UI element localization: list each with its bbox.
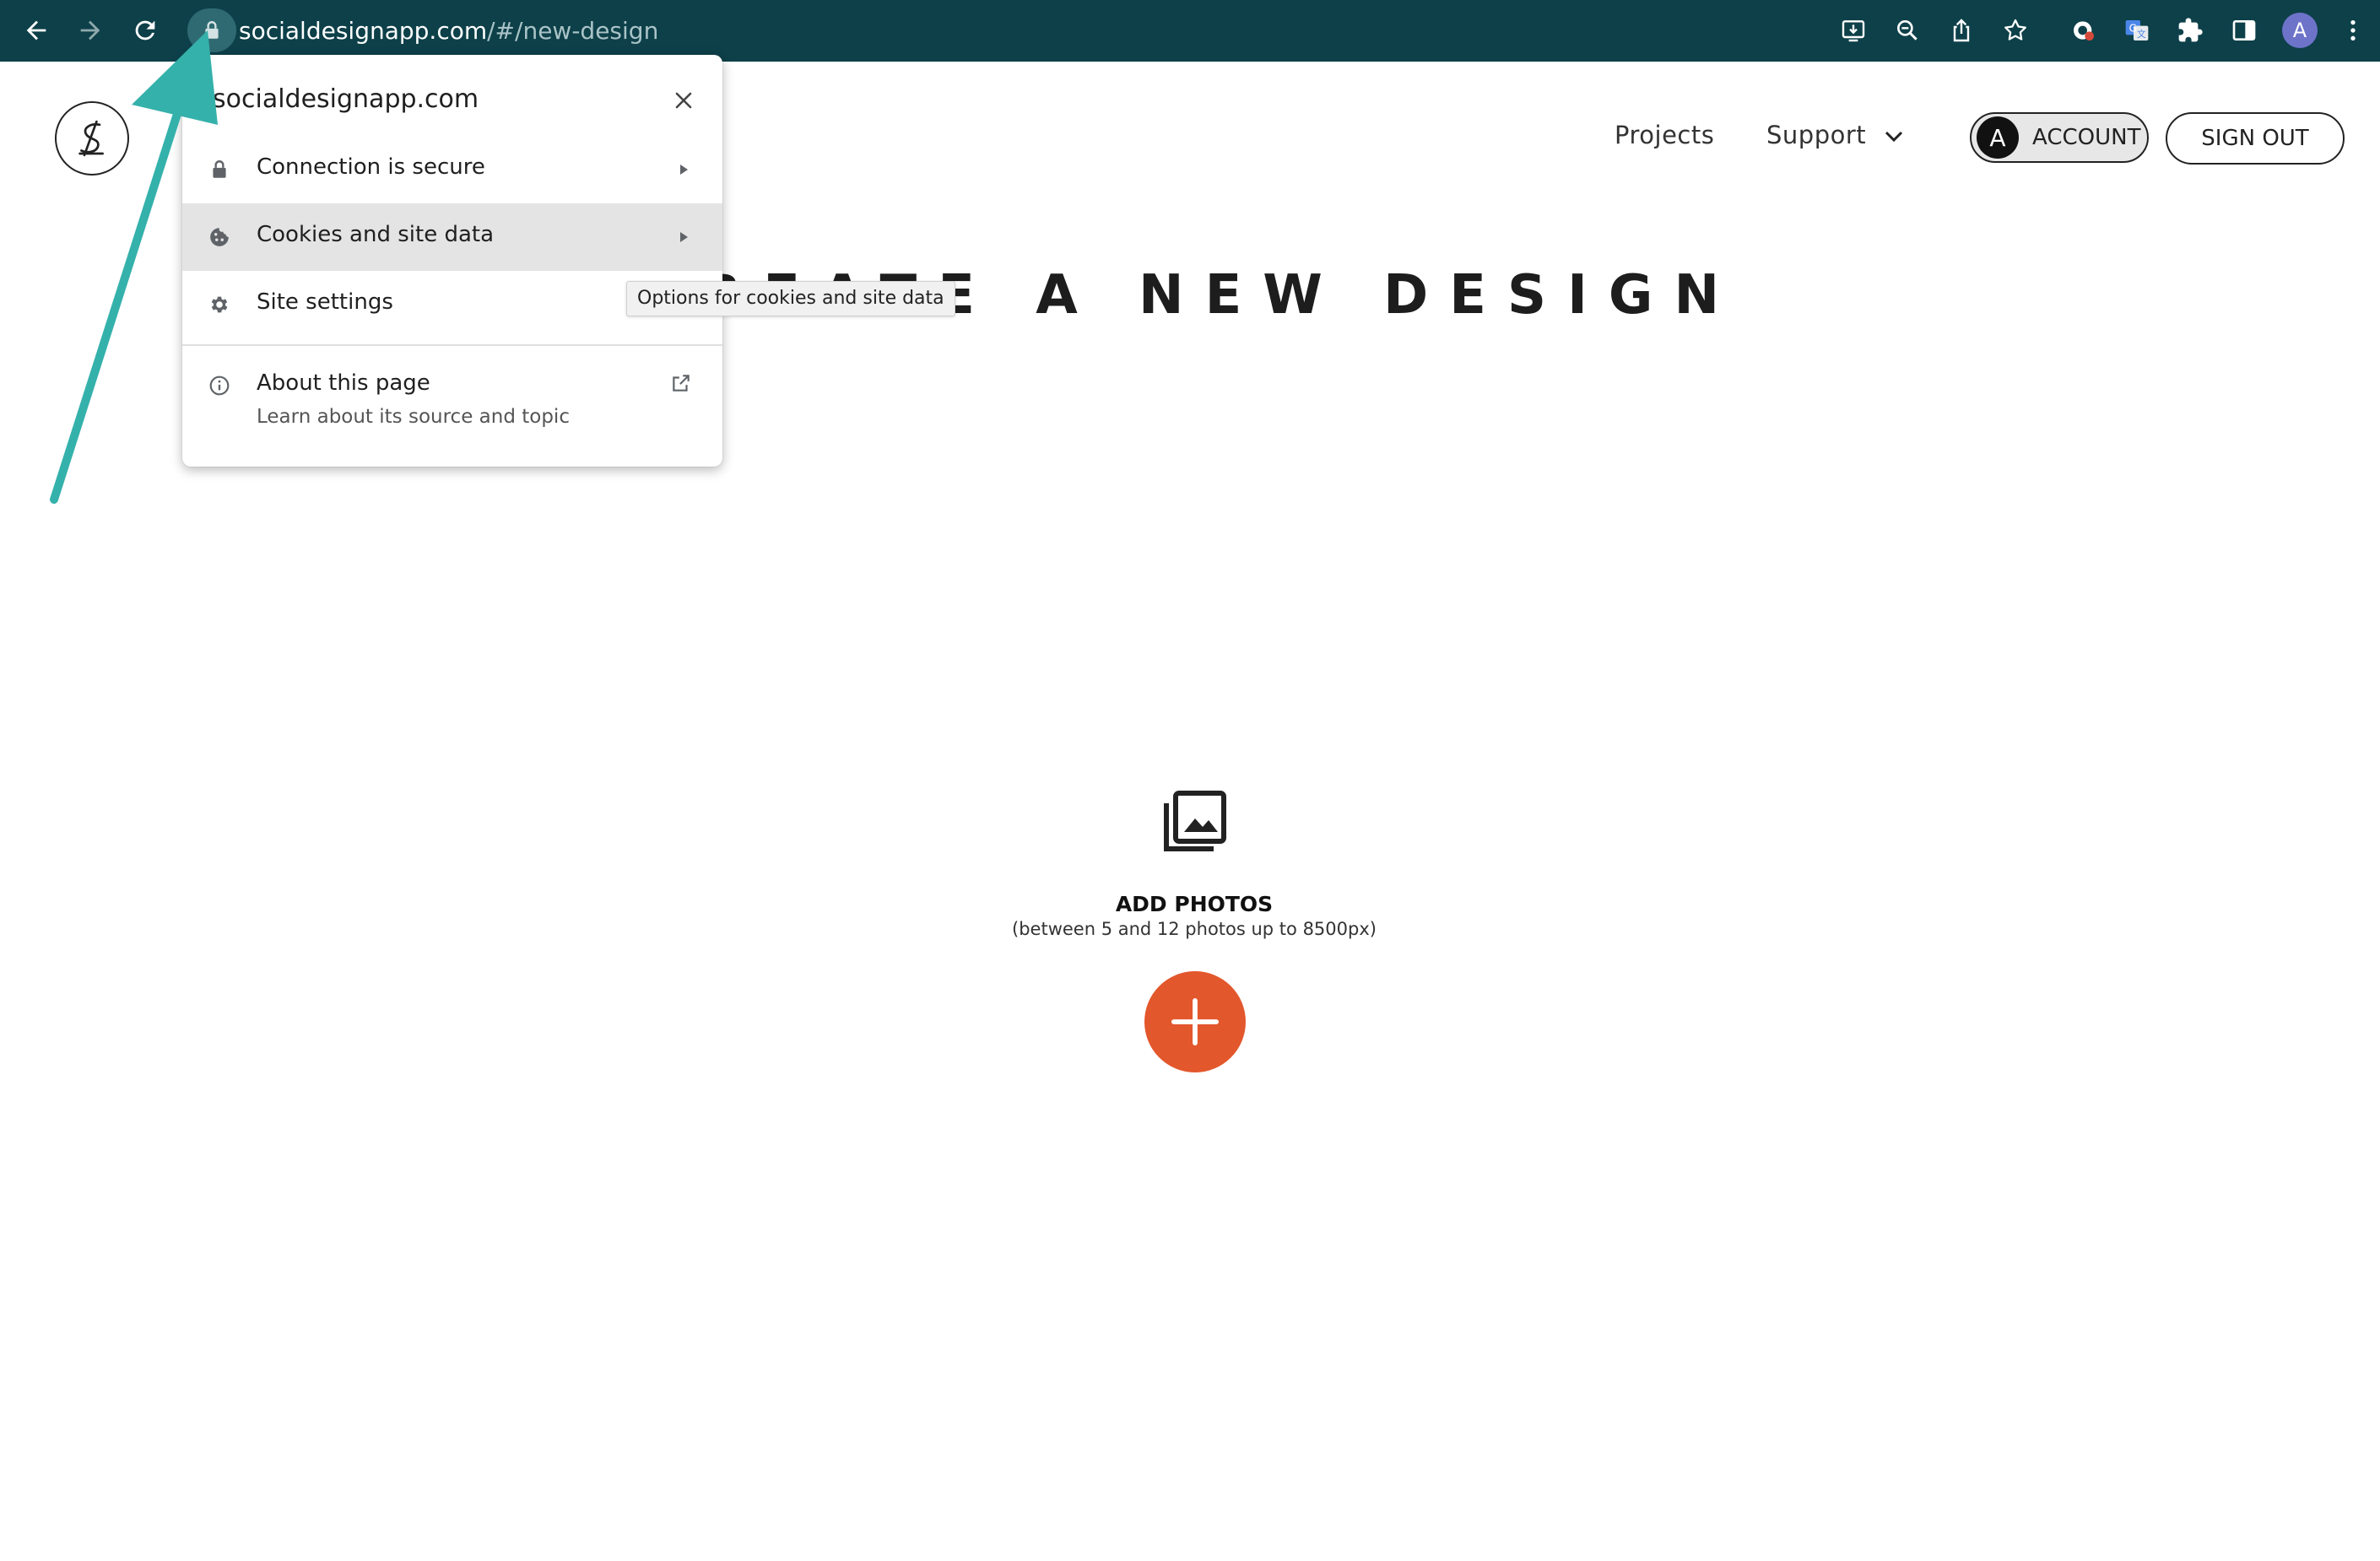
caret-right-icon xyxy=(680,165,688,175)
more-vertical-icon[interactable] xyxy=(2334,12,2372,49)
logo-mark-icon xyxy=(78,120,104,157)
google-translate-icon[interactable]: G文 xyxy=(2118,12,2156,49)
bookmark-star-icon[interactable] xyxy=(1997,12,2034,49)
about-page-title: About this page xyxy=(257,370,430,396)
popup-item-label: Cookies and site data xyxy=(257,222,495,247)
install-icon[interactable] xyxy=(1835,12,1872,49)
account-avatar: A xyxy=(1977,116,2019,159)
svg-text:文: 文 xyxy=(2137,29,2146,40)
forward-arrow-icon[interactable] xyxy=(69,9,111,51)
info-icon xyxy=(208,374,231,397)
about-page-subtitle: Learn about its source and topic xyxy=(257,406,570,428)
add-photos-title: ADD PHOTOS xyxy=(1115,892,1274,916)
side-panel-icon[interactable] xyxy=(2226,12,2263,49)
url-path: /#/new-design xyxy=(487,17,659,45)
puzzle-piece-icon[interactable] xyxy=(2172,12,2209,49)
privacy-extension-icon[interactable] xyxy=(2065,12,2102,49)
nav-support-label: Support xyxy=(1766,121,1867,149)
site-info-lock-icon[interactable] xyxy=(187,8,236,52)
share-icon[interactable] xyxy=(1943,12,1980,49)
zoom-icon[interactable] xyxy=(1889,12,1926,49)
popup-domain: socialdesignapp.com xyxy=(213,84,479,114)
browser-toolbar: socialdesignapp.com/#/new-design G文 A xyxy=(0,0,2380,62)
profile-avatar-icon[interactable]: A xyxy=(2282,13,2318,48)
add-photos-button[interactable] xyxy=(1144,971,1246,1072)
url-host: socialdesignapp.com xyxy=(239,17,488,45)
plus-icon xyxy=(1171,997,1220,1046)
caret-right-icon xyxy=(680,232,688,242)
popup-item-connection[interactable]: Connection is secure xyxy=(182,136,722,203)
svg-text:G: G xyxy=(2129,22,2137,34)
open-external-icon xyxy=(673,375,690,392)
chevron-down-icon xyxy=(1885,131,1902,143)
add-photos-hint: (between 5 and 12 photos up to 8500px) xyxy=(1012,919,1377,939)
close-icon[interactable] xyxy=(668,85,699,116)
popup-item-cookies[interactable]: Cookies and site data xyxy=(182,203,722,271)
photo-library-icon xyxy=(1164,791,1226,851)
popup-divider xyxy=(182,344,722,346)
site-logo[interactable] xyxy=(55,101,129,176)
reload-icon[interactable] xyxy=(124,9,166,51)
sign-out-button[interactable]: SIGN OUT xyxy=(2166,112,2345,165)
popup-item-label: Site settings xyxy=(257,289,393,315)
nav-support-menu[interactable]: Support xyxy=(1766,121,1903,149)
popup-item-label: Connection is secure xyxy=(257,154,485,180)
gear-icon xyxy=(208,293,231,316)
account-button[interactable]: A ACCOUNT xyxy=(1970,112,2149,163)
tooltip-cookies: Options for cookies and site data xyxy=(626,281,955,316)
site-info-popup: socialdesignapp.com Connection is secure… xyxy=(182,55,722,467)
address-bar[interactable]: socialdesignapp.com/#/new-design xyxy=(239,14,658,48)
cookie-icon xyxy=(208,225,231,249)
back-arrow-icon[interactable] xyxy=(15,9,57,51)
nav-projects-link[interactable]: Projects xyxy=(1615,121,1714,149)
lock-icon xyxy=(208,158,231,181)
popup-item-about-page[interactable]: About this page xyxy=(182,354,722,455)
account-label: ACCOUNT xyxy=(2032,125,2141,150)
